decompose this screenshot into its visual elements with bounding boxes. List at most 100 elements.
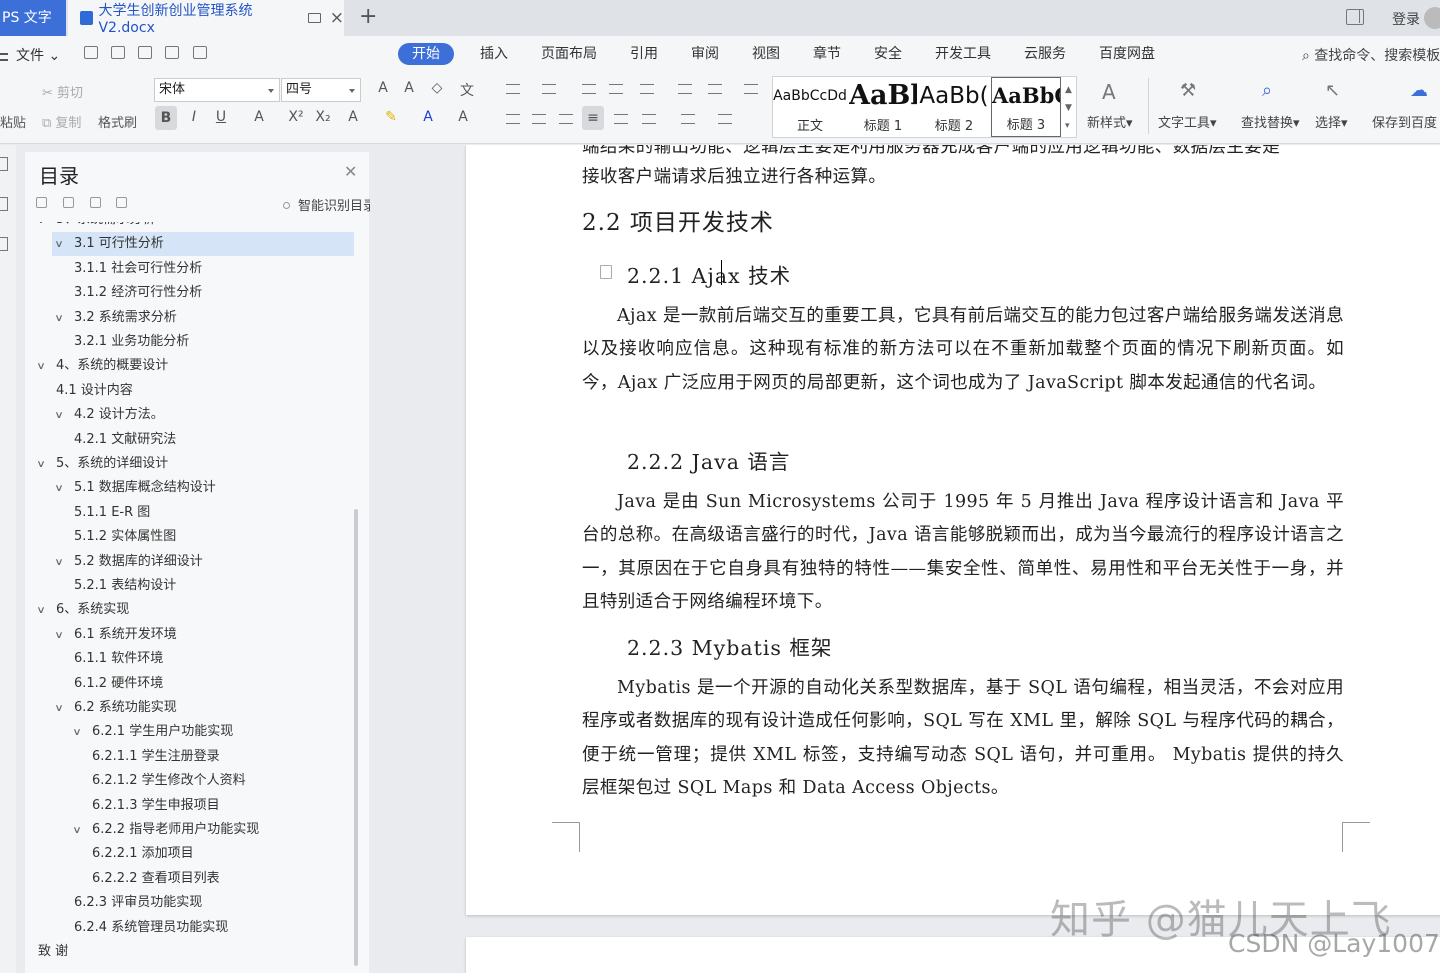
font-name-select[interactable]: 宋体 bbox=[154, 78, 280, 102]
toc-item[interactable]: ∨ 6.2.2 指导老师用户功能实现 bbox=[25, 818, 259, 842]
close-icon[interactable]: ✕ bbox=[344, 162, 357, 181]
borders-icon[interactable] bbox=[718, 114, 732, 124]
toc-item[interactable]: 6.2.2.2 查看项目列表 bbox=[25, 867, 220, 891]
style-heading-3[interactable]: AaBbC 标题 3 bbox=[991, 77, 1061, 137]
chevron-down-icon[interactable]: ∨ bbox=[54, 477, 70, 501]
tab-references[interactable]: 引用 bbox=[630, 43, 658, 65]
line-spacing-icon[interactable] bbox=[642, 114, 656, 124]
chevron-down-icon[interactable]: ∨ bbox=[54, 307, 70, 331]
toc-item[interactable]: 5.1.2 实体属性图 bbox=[25, 525, 176, 549]
bold-icon[interactable]: B bbox=[155, 106, 177, 130]
paste-button[interactable]: 粘贴 bbox=[0, 112, 26, 131]
shrink-font-icon[interactable]: A bbox=[398, 80, 420, 96]
underline-icon[interactable]: U bbox=[210, 109, 232, 125]
toc-item[interactable]: 5.2.1 表结构设计 bbox=[25, 574, 176, 598]
toc-toggle-icon[interactable] bbox=[0, 157, 8, 171]
toc-item[interactable]: 4.2.1 文献研究法 bbox=[25, 428, 176, 452]
screen-icon[interactable] bbox=[308, 13, 321, 23]
app-tab[interactable]: PS 文字 bbox=[0, 0, 66, 36]
format-painter-button[interactable]: 格式刷 bbox=[98, 112, 137, 131]
toc-item[interactable]: ∨ 6.1 系统开发环境 bbox=[25, 623, 177, 647]
phonetic-icon[interactable]: 文 bbox=[456, 80, 478, 100]
shading-icon[interactable] bbox=[681, 114, 695, 124]
select-button[interactable]: 选择▾ bbox=[1315, 112, 1348, 131]
toc-item[interactable]: ∨ 3、系统需求分析 bbox=[25, 222, 155, 232]
toc-item[interactable]: ∨ 4、系统的概要设计 bbox=[25, 354, 168, 378]
open-icon[interactable] bbox=[84, 46, 98, 59]
subscript-icon[interactable]: X₂ bbox=[312, 109, 334, 125]
new-style-button[interactable]: 新样式▾ bbox=[1087, 112, 1133, 131]
window-layout-icon[interactable] bbox=[1346, 9, 1364, 25]
show-marks-icon[interactable] bbox=[708, 84, 722, 94]
char-shading-icon[interactable]: A bbox=[452, 109, 474, 125]
tab-security[interactable]: 安全 bbox=[874, 43, 902, 65]
style-normal[interactable]: AaBbCcDd 正文 bbox=[773, 77, 847, 137]
tab-insert[interactable]: 插入 bbox=[480, 43, 508, 65]
expand-all-icon[interactable] bbox=[63, 197, 74, 208]
highlight-icon[interactable]: ✎ bbox=[380, 109, 402, 125]
command-search[interactable]: ⌕ 查找命令、搜索模板 bbox=[1302, 45, 1440, 65]
toc-scrollbar[interactable] bbox=[354, 509, 358, 966]
chevron-down-icon[interactable]: ∨ bbox=[54, 551, 70, 575]
toc-item[interactable]: 3.2.1 业务功能分析 bbox=[25, 330, 189, 354]
toc-item[interactable]: ∨ 6、系统实现 bbox=[25, 598, 129, 622]
save-icon[interactable] bbox=[111, 46, 125, 59]
toc-item[interactable]: 5.1.1 E-R 图 bbox=[25, 501, 150, 525]
chevron-down-icon[interactable]: ∨ bbox=[36, 453, 52, 477]
document-page[interactable]: 端结果的输出功能、逻辑层主要是利用服务器充成客户端的应用逻辑功能、数据层主要是 … bbox=[466, 145, 1440, 915]
toc-item[interactable]: 6.1.2 硬件环境 bbox=[25, 672, 163, 696]
justify-icon[interactable]: ≡ bbox=[582, 106, 604, 130]
smart-toc-button[interactable]: 智能识别目录 bbox=[283, 195, 376, 214]
text-tools-button[interactable]: 文字工具▾ bbox=[1158, 112, 1217, 131]
file-menu[interactable]: 文件 ⌄ bbox=[0, 45, 60, 65]
bullets-icon[interactable] bbox=[506, 84, 520, 94]
toc-item[interactable]: ∨ 5.1 数据库概念结构设计 bbox=[25, 476, 216, 500]
chinese-layout-icon[interactable] bbox=[640, 84, 654, 94]
grow-font-icon[interactable]: A bbox=[372, 80, 394, 96]
find-icon[interactable] bbox=[138, 46, 152, 59]
table-borders-icon[interactable] bbox=[744, 84, 758, 94]
italic-icon[interactable]: I bbox=[183, 109, 205, 125]
align-left-icon[interactable] bbox=[506, 114, 520, 124]
sort-icon[interactable] bbox=[678, 84, 692, 94]
toc-item[interactable]: 3.1.1 社会可行性分析 bbox=[25, 257, 202, 281]
chevron-down-icon[interactable]: ∨ bbox=[72, 819, 88, 843]
toc-item[interactable]: 6.1.1 软件环境 bbox=[25, 647, 163, 671]
tab-home[interactable]: 开始 bbox=[398, 43, 454, 65]
tab-developer[interactable]: 开发工具 bbox=[935, 43, 991, 65]
chevron-down-icon[interactable]: ∨ bbox=[36, 222, 52, 233]
style-heading-2[interactable]: AaBb( 标题 2 bbox=[919, 77, 989, 137]
toc-item[interactable]: 4.1 设计内容 bbox=[25, 379, 133, 403]
add-heading-icon[interactable] bbox=[90, 197, 101, 208]
tab-page-layout[interactable]: 页面布局 bbox=[541, 43, 597, 65]
save-to-baidu-button[interactable]: 保存到百度 bbox=[1372, 112, 1437, 131]
font-size-select[interactable]: 四号 bbox=[281, 78, 361, 102]
superscript-icon[interactable]: X² bbox=[285, 109, 307, 125]
chevron-down-icon[interactable]: ∨ bbox=[54, 697, 70, 721]
chevron-down-icon[interactable]: ∨ bbox=[36, 599, 52, 623]
chevron-down-icon[interactable]: ∨ bbox=[72, 721, 88, 745]
chevron-down-icon[interactable]: ∨ bbox=[54, 404, 70, 428]
close-tab-icon[interactable]: × bbox=[330, 8, 344, 28]
styles-scroll-icon[interactable]: ▲ ▼ ▾ bbox=[1065, 81, 1072, 135]
toc-item[interactable]: ∨ 3.2 系统需求分析 bbox=[25, 306, 177, 330]
tab-view[interactable]: 视图 bbox=[752, 43, 780, 65]
avatar[interactable] bbox=[1424, 7, 1440, 29]
toc-item[interactable]: 6.2.3 评审员功能实现 bbox=[25, 891, 202, 915]
strikethrough-icon[interactable]: A bbox=[248, 109, 270, 125]
tab-section[interactable]: 章节 bbox=[813, 43, 841, 65]
tab-baidu-netdisk[interactable]: 百度网盘 bbox=[1099, 43, 1155, 65]
remove-heading-icon[interactable] bbox=[116, 197, 127, 208]
toc-item[interactable]: ∨ 5、系统的详细设计 bbox=[25, 452, 168, 476]
distribute-icon[interactable] bbox=[614, 114, 628, 124]
new-tab-button[interactable]: + bbox=[359, 4, 377, 29]
toc-item[interactable]: 6.2.1.2 学生修改个人资料 bbox=[25, 769, 246, 793]
align-center-icon[interactable] bbox=[532, 114, 546, 124]
toc-item[interactable]: ∨ 3.1 可行性分析 bbox=[52, 232, 354, 257]
toc-item[interactable]: ∨ 6.2.1 学生用户功能实现 bbox=[25, 720, 233, 744]
tab-review[interactable]: 审阅 bbox=[691, 43, 719, 65]
copy-button[interactable]: ⧉ 复制 bbox=[42, 112, 81, 131]
cut-button[interactable]: ✂ 剪切 bbox=[42, 82, 83, 101]
numbering-icon[interactable] bbox=[542, 84, 556, 94]
font-color-icon[interactable]: A bbox=[417, 109, 439, 125]
